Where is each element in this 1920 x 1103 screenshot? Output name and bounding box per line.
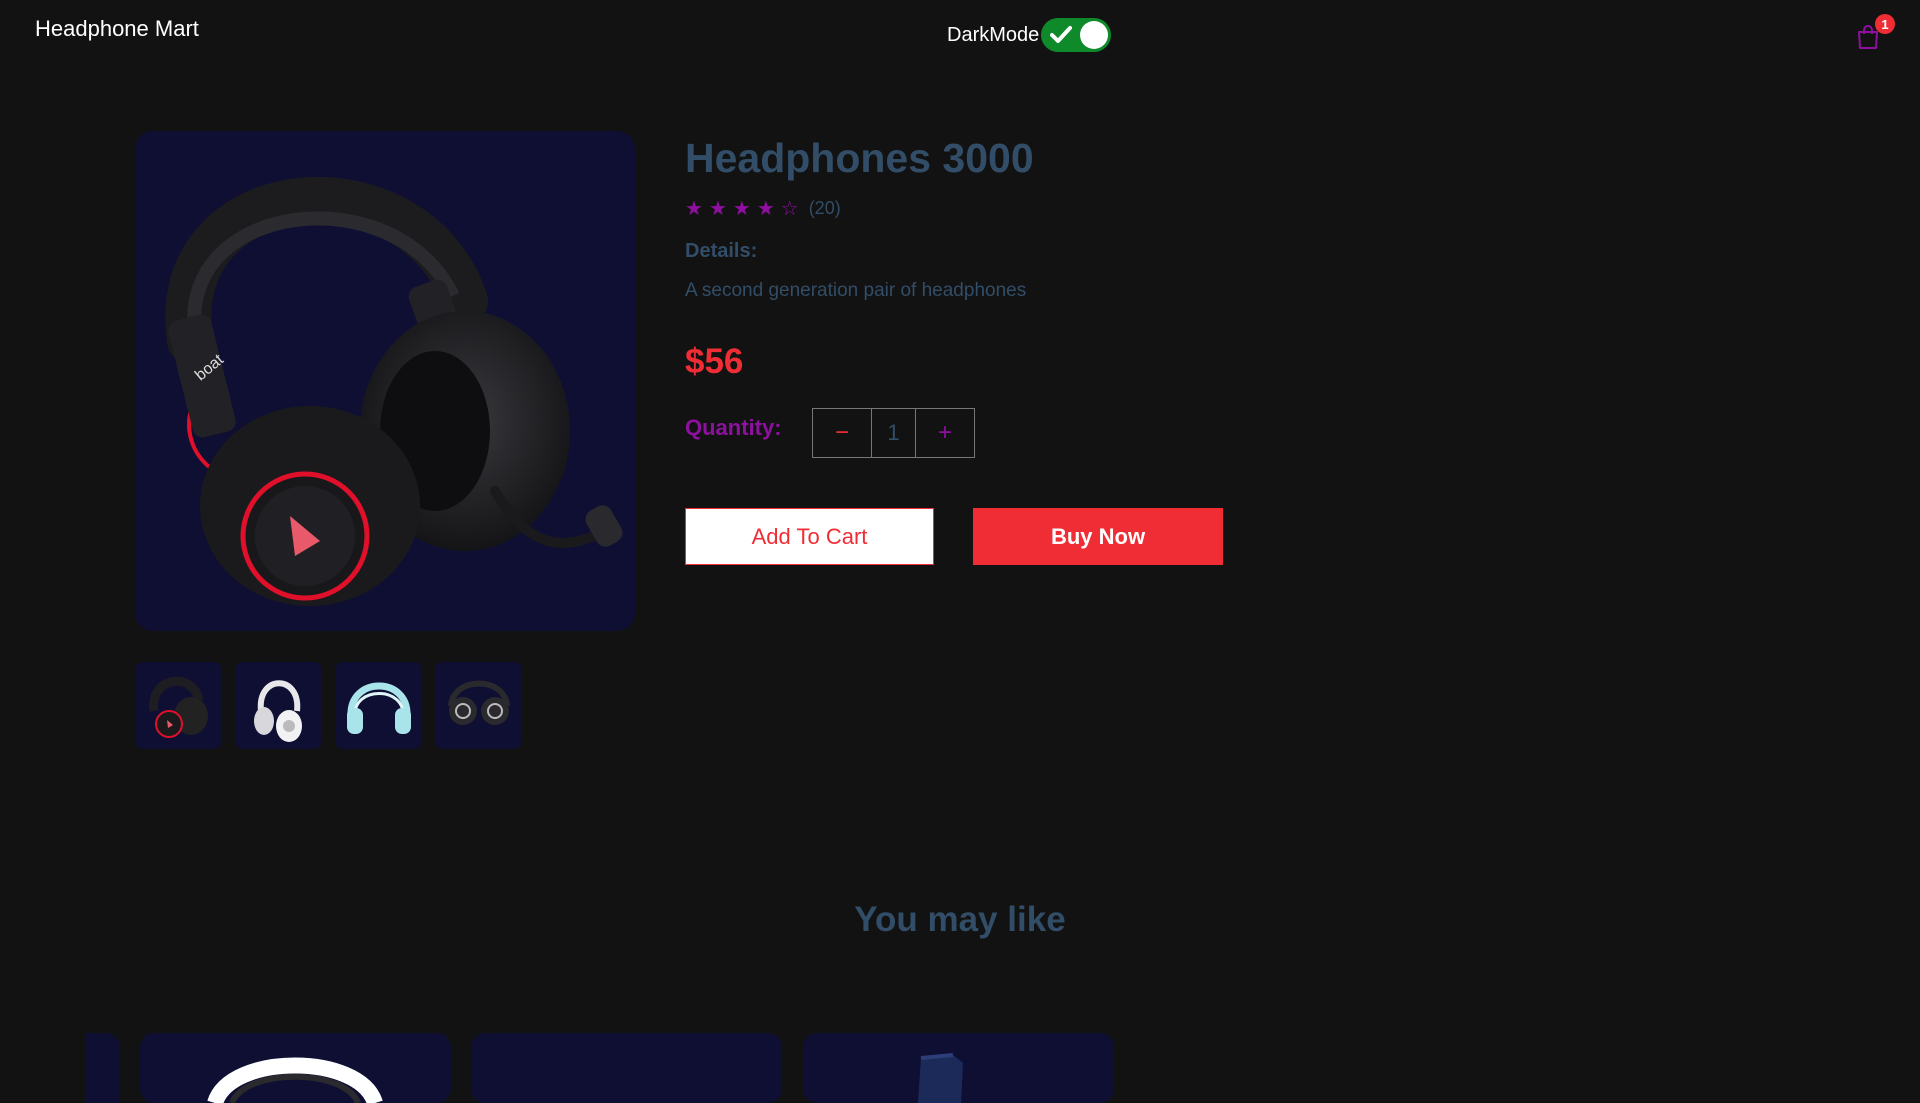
thumbnail-mint-headphones[interactable] (335, 662, 422, 749)
quantity-stepper: − 1 + (812, 408, 975, 458)
star-filled-icon: ★ (732, 197, 751, 220)
thumbnail-dark-folded-headphones[interactable] (435, 662, 522, 749)
dark-mode-toggle-group: DarkMode (947, 18, 1112, 52)
recommendations-heading: You may like (854, 900, 1066, 939)
star-filled-icon: ★ (756, 197, 775, 220)
quantity-value: 1 (871, 409, 916, 457)
recommendation-card[interactable] (471, 1033, 782, 1103)
star-filled-icon: ★ (685, 197, 703, 220)
add-to-cart-button[interactable]: Add To Cart (685, 508, 934, 565)
increase-quantity-button[interactable]: + (916, 409, 974, 457)
dark-mode-label: DarkMode (947, 23, 1040, 46)
recommendation-card[interactable] (803, 1033, 1114, 1103)
quantity-label: Quantity: (685, 415, 782, 440)
review-count: (20) (808, 198, 841, 218)
product-main-image[interactable]: boat (135, 131, 635, 631)
product-rating: ★ ★ ★ ★ ☆ (20) (685, 198, 841, 219)
details-heading: Details: (685, 240, 758, 262)
brand-logo[interactable]: Headphone Mart (35, 16, 199, 42)
headphones-thumb-image (447, 680, 510, 725)
details-description: A second generation pair of headphones (685, 280, 1027, 301)
star-filled-icon: ★ (708, 197, 727, 220)
thumbnail-list (135, 662, 522, 749)
star-outline-icon: ☆ (780, 197, 799, 220)
product-price: $56 (685, 342, 744, 381)
headphones-image: boat (165, 177, 623, 606)
recommendation-card[interactable] (140, 1033, 451, 1103)
recommendation-card[interactable] (85, 1033, 120, 1103)
cart-count-badge: 1 (1875, 14, 1895, 34)
headphones-product-image (207, 1057, 383, 1103)
buy-now-button[interactable]: Buy Now (973, 508, 1223, 565)
headphones-thumb-image (346, 682, 411, 734)
dark-mode-switch[interactable] (1041, 18, 1112, 52)
product-title: Headphones 3000 (685, 135, 1034, 181)
cart-button[interactable]: 1 (1856, 14, 1895, 50)
thumbnail-white-headphones[interactable] (235, 662, 322, 749)
headphones-product-image (918, 1053, 963, 1103)
check-icon (1050, 26, 1073, 43)
headphones-thumb-image (148, 676, 208, 738)
headphones-thumb-image (253, 679, 302, 742)
switch-knob (1080, 21, 1109, 49)
decrease-quantity-button[interactable]: − (813, 409, 871, 457)
thumbnail-black-red-headphones[interactable] (135, 662, 222, 749)
